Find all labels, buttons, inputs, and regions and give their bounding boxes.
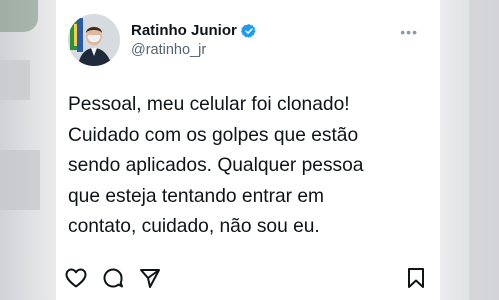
blur-shape — [0, 60, 30, 100]
author-name-row: Ratinho Junior — [131, 22, 257, 39]
more-options-button[interactable]: ••• — [400, 24, 418, 40]
avatar[interactable] — [68, 14, 120, 66]
post-text-line: contato, cuidado, não sou eu. — [68, 216, 320, 237]
blurred-background-right — [435, 0, 499, 300]
author-info: Ratinho Junior @ratinho_jr — [131, 22, 257, 58]
send-icon[interactable] — [138, 266, 162, 290]
blur-shape — [0, 0, 38, 32]
post-text-line: que esteja tentando entrar em — [68, 185, 325, 207]
post-header: Ratinho Junior @ratinho_jr — [68, 14, 257, 66]
heart-icon[interactable] — [64, 266, 88, 290]
post-text: Pessoal, meu celular foi clonado! Cuidad… — [68, 90, 418, 243]
post-text-line: sendo aplicados. Qualquer pessoa — [68, 155, 364, 176]
post-text-line: Pessoal, meu celular foi clonado! — [68, 94, 350, 115]
avatar-photo — [68, 14, 120, 66]
action-bar — [64, 266, 428, 292]
blur-shape — [0, 150, 40, 210]
post-card: Ratinho Junior @ratinho_jr ••• Pessoal, … — [56, 0, 440, 300]
comment-icon[interactable] — [101, 266, 125, 290]
post-text-line: Cuidado com os golpes que estão — [68, 124, 359, 146]
screenshot-stage: Ratinho Junior @ratinho_jr ••• Pessoal, … — [0, 0, 499, 300]
author-display-name[interactable]: Ratinho Junior — [131, 22, 237, 39]
verified-badge-icon — [240, 23, 256, 38]
blur-shape — [469, 0, 499, 300]
blurred-background-left — [0, 0, 60, 300]
author-handle[interactable]: @ratinho_jr — [131, 42, 257, 58]
bookmark-icon[interactable] — [404, 266, 428, 290]
